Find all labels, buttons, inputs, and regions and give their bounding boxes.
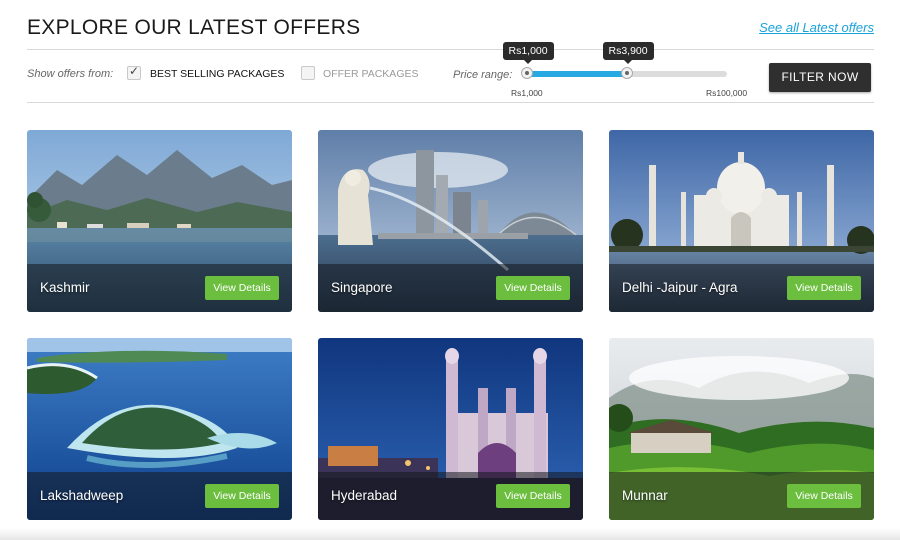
price-range-fill [527,71,627,77]
bottom-shadow [0,528,900,540]
offer-card-hyderabad[interactable]: Hyderabad View Details [318,338,583,520]
offer-name: Kashmir [40,280,90,295]
offer-name: Munnar [622,488,668,503]
offer-name: Delhi -Jaipur - Agra [622,280,738,295]
filter-now-button[interactable]: FILTER NOW [769,63,871,92]
offer-name: Lakshadweep [40,488,124,503]
page-title: EXPLORE OUR LATEST OFFERS [27,16,361,39]
view-details-button[interactable]: View Details [205,484,279,508]
price-low-handle[interactable]: Rs1,000 [502,42,554,79]
price-max-label: Rs100,000 [706,88,748,98]
offer-card-delhi-jaipur-agra[interactable]: Delhi -Jaipur - Agra View Details [609,130,874,312]
offer-packages-label[interactable]: OFFER PACKAGES [323,68,419,80]
view-details-button[interactable]: View Details [205,276,279,300]
price-range-label: Price range: [453,69,513,81]
best-selling-label[interactable]: BEST SELLING PACKAGES [150,68,284,80]
offer-card-lakshadweep[interactable]: Lakshadweep View Details [27,338,292,520]
best-selling-checkbox[interactable]: ✓ [127,64,141,80]
offer-card-kashmir[interactable]: Kashmir View Details [27,130,292,312]
show-offers-label: Show offers from: [27,68,114,80]
offer-card-singapore[interactable]: Singapore View Details [318,130,583,312]
section-header: EXPLORE OUR LATEST OFFERS See all Latest… [27,14,874,50]
offer-name: Hyderabad [331,488,398,503]
offer-packages-checkbox[interactable] [301,66,315,80]
offer-card-munnar[interactable]: Munnar View Details [609,338,874,520]
check-icon: ✓ [129,64,140,78]
view-details-button[interactable]: View Details [496,276,570,300]
price-low-tooltip: Rs1,000 [502,42,554,64]
view-details-button[interactable]: View Details [787,276,861,300]
offer-name: Singapore [331,280,393,295]
filter-bar: Show offers from: ✓ BEST SELLING PACKAGE… [27,42,874,103]
price-high-tooltip: Rs3,900 [602,42,654,64]
price-high-handle[interactable]: Rs3,900 [602,42,654,79]
see-all-offers-link[interactable]: See all Latest offers [759,20,874,35]
view-details-button[interactable]: View Details [496,484,570,508]
view-details-button[interactable]: View Details [787,484,861,508]
price-min-label: Rs1,000 [511,88,543,98]
